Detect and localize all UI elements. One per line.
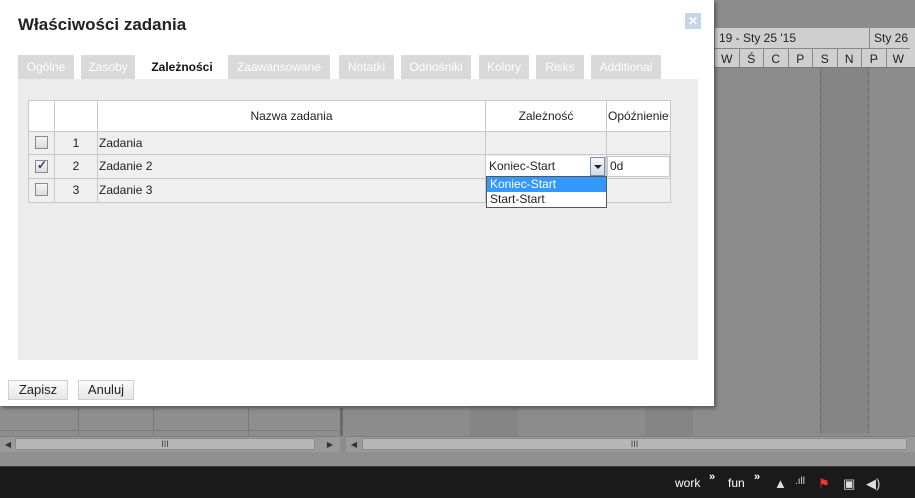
- gantt-week-label: 19 - Sty 25 '15: [714, 28, 869, 48]
- tab-risks[interactable]: Risks: [536, 55, 584, 79]
- row-number: 1: [55, 132, 98, 155]
- gantt-day: C: [763, 48, 788, 68]
- cancel-button[interactable]: Anuluj: [78, 380, 134, 400]
- task-grid-background: [0, 408, 340, 436]
- task-properties-dialog: Właściwości zadania ✕ Ogólne Zasoby Zale…: [0, 0, 714, 406]
- chevron-icon[interactable]: »: [754, 471, 760, 483]
- table-row: [28, 155, 55, 179]
- network-warning-icon[interactable]: ⚑: [818, 476, 830, 492]
- chevron-icon[interactable]: »: [709, 471, 715, 483]
- row-number: 3: [55, 179, 98, 203]
- row-dependency[interactable]: [486, 132, 607, 155]
- tab-links[interactable]: Odnośniki: [401, 55, 471, 79]
- grid-divider: [153, 408, 154, 436]
- table-row: [28, 179, 55, 203]
- gantt-day-row: W Ś C P S N P W: [714, 48, 910, 68]
- taskbar-item-work[interactable]: work: [675, 476, 700, 490]
- scroll-right-icon[interactable]: ▶: [323, 438, 337, 451]
- signal-icon[interactable]: .ıll: [795, 476, 805, 487]
- grid-divider: [78, 408, 79, 436]
- dropdown-option[interactable]: Start-Start: [487, 192, 606, 207]
- taskbar: work » fun » ▲ .ıll ⚑ ▣ ◀): [0, 466, 915, 498]
- header-number-col: [55, 100, 98, 132]
- scroll-thumb[interactable]: III: [362, 438, 907, 450]
- delay-input[interactable]: 0d: [607, 156, 670, 177]
- dependency-select-value: Koniec-Start: [489, 159, 556, 173]
- gantt-week-label: Sty 26 -: [869, 28, 915, 65]
- dependency-select[interactable]: Koniec-Start: [486, 156, 606, 177]
- gantt-weekend-column: [645, 406, 693, 436]
- row-delay[interactable]: [607, 179, 671, 203]
- status-bar: [0, 452, 915, 466]
- header-checkbox-col: [28, 100, 55, 132]
- dialog-title: Właściwości zadania: [18, 15, 187, 34]
- gantt-weekend-column: [470, 406, 518, 436]
- gantt-day: W: [714, 48, 739, 68]
- header-delay[interactable]: Opóźnienie: [607, 100, 671, 132]
- save-button[interactable]: Zapisz: [8, 380, 68, 400]
- scroll-left-icon[interactable]: ◀: [1, 438, 15, 451]
- grid-divider: [0, 430, 340, 431]
- clipboard-icon[interactable]: ▣: [843, 476, 855, 492]
- gantt-day: N: [836, 48, 861, 68]
- gantt-scrollbar[interactable]: ◀ III: [346, 436, 915, 452]
- scroll-thumb[interactable]: III: [15, 438, 315, 450]
- row-checkbox[interactable]: [35, 158, 48, 173]
- chevron-down-icon[interactable]: [590, 157, 605, 176]
- table-row: [28, 132, 55, 155]
- gantt-day: W: [885, 48, 910, 68]
- tab-dependencies[interactable]: Zależności: [144, 55, 220, 79]
- row-task-name: Zadania: [98, 132, 486, 155]
- row-checkbox[interactable]: [35, 183, 48, 196]
- gantt-day: S: [812, 48, 837, 68]
- tab-notes[interactable]: Notatki: [339, 55, 394, 79]
- tab-colors[interactable]: Kolory: [479, 55, 529, 79]
- tab-additional[interactable]: Additional: [591, 55, 661, 79]
- close-icon[interactable]: ✕: [685, 13, 701, 29]
- tray-arrow-icon[interactable]: ▲: [774, 476, 787, 491]
- grid-divider: [248, 408, 249, 436]
- gantt-day: P: [861, 48, 886, 68]
- volume-icon[interactable]: ◀): [866, 476, 880, 492]
- gantt-weekend-column: [820, 68, 868, 433]
- gantt-day: P: [787, 48, 812, 68]
- tab-resources[interactable]: Zasoby: [81, 55, 135, 79]
- header-task-name[interactable]: Nazwa zadania: [98, 100, 486, 132]
- row-number: 2: [55, 155, 98, 179]
- row-task-name: Zadanie 2: [98, 155, 486, 179]
- gantt-day: Ś: [738, 48, 763, 68]
- taskbar-item-fun[interactable]: fun: [728, 476, 745, 490]
- row-checkbox[interactable]: [35, 136, 48, 149]
- dropdown-option[interactable]: Koniec-Start: [487, 177, 606, 192]
- tab-general[interactable]: Ogólne: [18, 55, 74, 79]
- header-dependency[interactable]: Zależność: [486, 100, 607, 132]
- row-delay[interactable]: [607, 132, 671, 155]
- gantt-grid-line: [820, 68, 821, 433]
- row-task-name: Zadanie 3: [98, 179, 486, 203]
- gantt-timeline-header: 19 - Sty 25 '15 Sty 26 - W Ś C P S N P W: [714, 28, 915, 68]
- pane-splitter[interactable]: [340, 408, 343, 436]
- task-grid-scrollbar[interactable]: ◀ III ▶: [0, 436, 340, 452]
- scroll-left-icon[interactable]: ◀: [347, 438, 361, 451]
- dependency-dropdown-list: Koniec-Start Start-Start: [486, 176, 607, 208]
- gantt-grid-line: [868, 68, 869, 433]
- tab-advanced[interactable]: Zaawansowane: [228, 55, 330, 79]
